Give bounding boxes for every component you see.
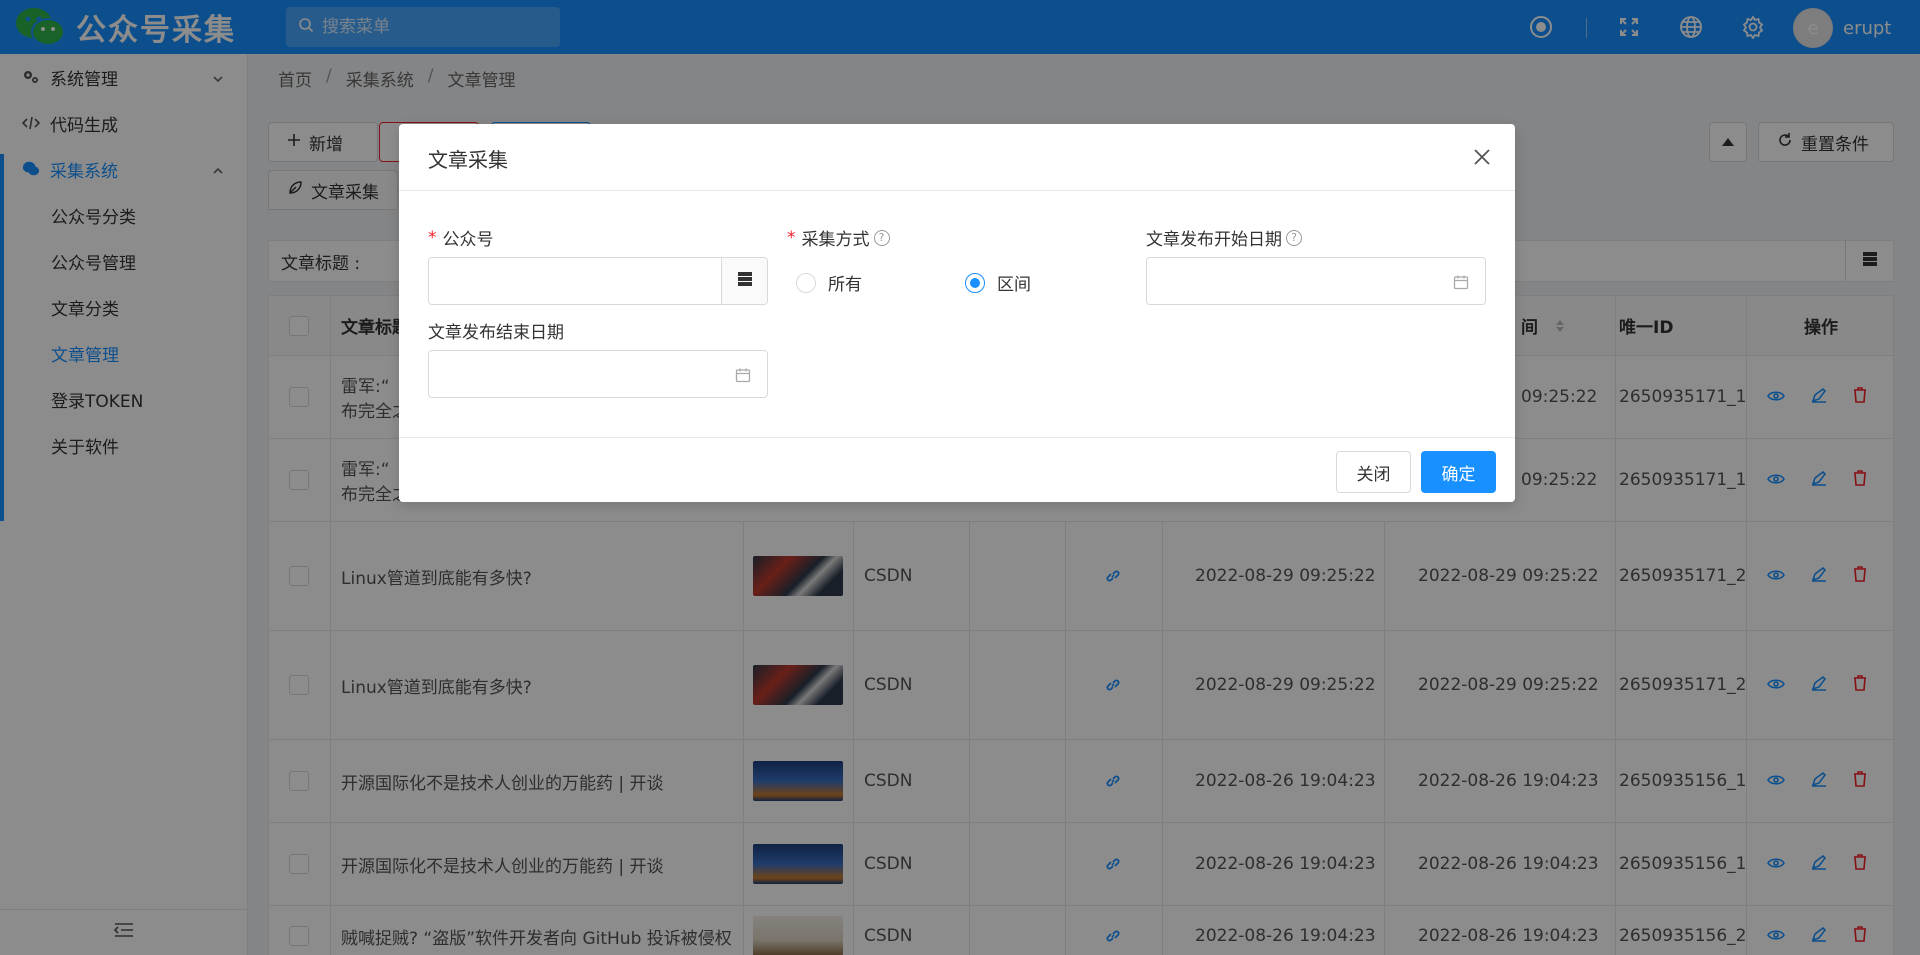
required-asterisk: *: [787, 227, 796, 248]
account-picker-button[interactable]: [721, 258, 767, 304]
dialog-footer: 关闭 确定: [399, 437, 1515, 502]
start-date-label: 文章发布开始日期 ?: [1146, 225, 1302, 250]
end-date-input[interactable]: [429, 351, 767, 397]
required-asterisk: *: [428, 227, 437, 248]
dialog-title: 文章采集: [428, 148, 508, 172]
mode-radio-range[interactable]: 区间: [965, 270, 1031, 295]
start-date-input[interactable]: [1147, 258, 1485, 304]
calendar-icon: [735, 367, 751, 388]
close-button[interactable]: 关闭: [1336, 451, 1411, 493]
mode-field-label: * 采集方式 ?: [787, 225, 890, 250]
article-collect-dialog: 文章采集 * 公众号 * 采集方式 ? 所有 区间 文章发布开始日期 ? 文章发…: [399, 124, 1515, 502]
start-date-picker[interactable]: [1146, 257, 1486, 305]
end-date-picker[interactable]: [428, 350, 768, 398]
account-field-label: * 公众号: [428, 227, 494, 251]
calendar-icon: [1453, 274, 1469, 295]
confirm-button[interactable]: 确定: [1421, 451, 1496, 493]
help-icon[interactable]: ?: [873, 229, 890, 246]
help-icon[interactable]: ?: [1286, 229, 1302, 246]
dialog-header: 文章采集: [399, 124, 1515, 191]
close-icon[interactable]: [1469, 144, 1495, 170]
mode-radio-all[interactable]: 所有: [796, 270, 862, 295]
account-input[interactable]: [429, 258, 767, 304]
radio-button[interactable]: [796, 272, 816, 293]
end-date-label: 文章发布结束日期: [428, 323, 564, 343]
table-icon: [737, 271, 753, 292]
account-field[interactable]: [428, 257, 768, 305]
radio-button-checked[interactable]: [965, 272, 985, 293]
